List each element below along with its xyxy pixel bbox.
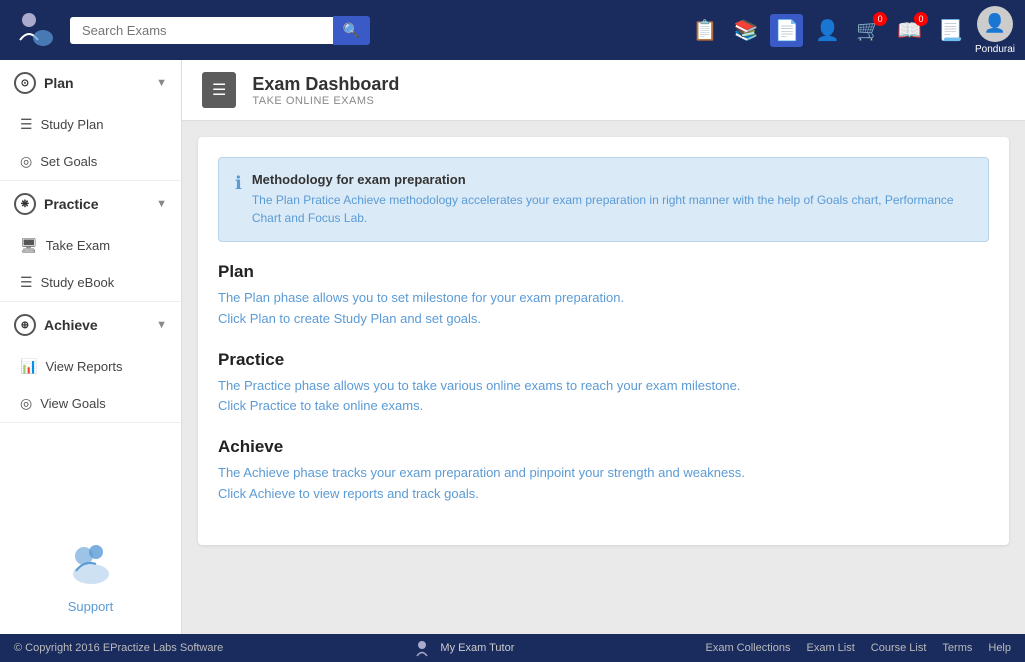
info-icon: ℹ [235,173,242,227]
user-name: Pondurai [975,44,1015,55]
clipboard-icon-btn[interactable]: 📋 [689,14,722,47]
plan-chevron: ▼ [156,77,167,89]
avatar: 👤 [977,6,1013,42]
plan-icon: ⊙ [14,72,36,94]
support-icon [66,536,116,595]
view-reports-label: View Reports [45,359,122,374]
document-icon-btn[interactable]: 📄 [770,14,803,47]
info-banner-content: Methodology for exam preparation The Pla… [252,172,972,227]
practice-block-text: The Practice phase allows you to take va… [218,376,989,418]
view-goals-icon: ◎ [20,395,32,412]
achieve-icon: ⊕ [14,314,36,336]
info-banner: ℹ Methodology for exam preparation The P… [218,157,989,242]
sidebar-item-set-goals[interactable]: ◎ Set Goals [0,143,181,180]
practice-header[interactable]: ❋ Practice ▼ [0,181,181,227]
study-ebook-icon: ☰ [20,274,33,291]
plan-line1: The Plan phase allows you to set milesto… [218,290,624,305]
plan-header-left: ⊙ Plan [14,72,74,94]
footer-link-help[interactable]: Help [988,642,1011,654]
footer-link-terms[interactable]: Terms [942,642,972,654]
user-section[interactable]: 👤 Pondurai [975,6,1015,55]
info-banner-text: The Plan Pratice Achieve methodology acc… [252,191,972,227]
page-title: Exam Dashboard [252,74,399,95]
page-layout: ⊙ Plan ▼ ☰ Study Plan ◎ Set Goals ❋ Prac… [0,60,1025,634]
footer-link-course-list[interactable]: Course List [871,642,927,654]
practice-icon: ❋ [14,193,36,215]
sidebar: ⊙ Plan ▼ ☰ Study Plan ◎ Set Goals ❋ Prac… [0,60,182,634]
info-banner-title: Methodology for exam preparation [252,172,972,187]
achieve-block-title: Achieve [218,437,989,457]
practice-chevron: ▼ [156,198,167,210]
footer-brand-section: My Exam Tutor [414,638,514,658]
content-card: ℹ Methodology for exam preparation The P… [198,137,1009,545]
sidebar-item-view-goals[interactable]: ◎ View Goals [0,385,181,422]
footer-links: Exam Collections Exam List Course List T… [706,642,1012,654]
achieve-block-text: The Achieve phase tracks your exam prepa… [218,463,989,505]
set-goals-icon: ◎ [20,153,32,170]
practice-block: Practice The Practice phase allows you t… [218,350,989,418]
footer-logo-icon [414,638,434,658]
page-icon-btn[interactable]: 📃 [934,14,967,47]
cart-icon-btn[interactable]: 🛒 0 [852,14,885,47]
practice-block-title: Practice [218,350,989,370]
take-exam-icon: 🖥 [20,237,38,254]
sidebar-item-study-plan[interactable]: ☰ Study Plan [0,106,181,143]
achieve-block: Achieve The Achieve phase tracks your ex… [218,437,989,505]
logo[interactable] [10,5,60,55]
footer-copyright: © Copyright 2016 EPractize Labs Software [14,642,223,654]
footer-link-exam-list[interactable]: Exam List [806,642,854,654]
plan-header[interactable]: ⊙ Plan ▼ [0,60,181,106]
sidebar-item-take-exam[interactable]: 🖥 Take Exam [0,227,181,264]
set-goals-label: Set Goals [40,154,97,169]
page-subtitle: TAKE ONLINE EXAMS [252,95,399,107]
plan-block: Plan The Plan phase allows you to set mi… [218,262,989,330]
practice-line2: Click Practice to take online exams. [218,398,423,413]
study-plan-label: Study Plan [41,117,104,132]
plan-label: Plan [44,75,74,91]
sidebar-item-study-ebook[interactable]: ☰ Study eBook [0,264,181,301]
view-reports-icon: 📊 [20,358,37,375]
header: 🔍 📋 📚 📄 👤 🛒 0 📖 0 📃 👤 Pondurai [0,0,1025,60]
practice-section: ❋ Practice ▼ 🖥 Take Exam ☰ Study eBook [0,181,181,302]
content-area: ℹ Methodology for exam preparation The P… [182,121,1025,634]
study-plan-icon: ☰ [20,116,33,133]
cart-badge: 0 [873,12,887,26]
achieve-header-left: ⊕ Achieve [14,314,98,336]
search-bar: 🔍 [70,16,370,45]
search-input[interactable] [70,17,333,44]
achieve-line1: The Achieve phase tracks your exam prepa… [218,465,745,480]
achieve-label: Achieve [44,317,98,333]
support-section[interactable]: Support [0,516,181,634]
book-icon-btn[interactable]: 📚 [730,14,763,47]
footer-brand: My Exam Tutor [440,642,514,654]
plan-block-title: Plan [218,262,989,282]
header-icons: 📋 📚 📄 👤 🛒 0 📖 0 📃 👤 Pondurai [689,6,1015,55]
search-button[interactable]: 🔍 [333,16,370,45]
practice-header-left: ❋ Practice [14,193,98,215]
take-exam-label: Take Exam [46,238,110,253]
hamburger-button[interactable]: ☰ [202,72,236,108]
practice-label: Practice [44,196,98,212]
achieve-line2: Click Achieve to view reports and track … [218,486,479,501]
profile-icon-btn[interactable]: 👤 [811,14,844,47]
plan-section: ⊙ Plan ▼ ☰ Study Plan ◎ Set Goals [0,60,181,181]
page-header: ☰ Exam Dashboard TAKE ONLINE EXAMS [182,60,1025,121]
page-title-section: Exam Dashboard TAKE ONLINE EXAMS [252,74,399,107]
view-goals-label: View Goals [40,396,106,411]
sidebar-item-view-reports[interactable]: 📊 View Reports [0,348,181,385]
footer: © Copyright 2016 EPractize Labs Software… [0,634,1025,662]
achieve-header[interactable]: ⊕ Achieve ▼ [0,302,181,348]
plan-block-text: The Plan phase allows you to set milesto… [218,288,989,330]
achieve-chevron: ▼ [156,319,167,331]
study-ebook-label: Study eBook [41,275,115,290]
main-content: ☰ Exam Dashboard TAKE ONLINE EXAMS ℹ Met… [182,60,1025,634]
achieve-section: ⊕ Achieve ▼ 📊 View Reports ◎ View Goals [0,302,181,423]
practice-line1: The Practice phase allows you to take va… [218,378,740,393]
book2-badge: 0 [914,12,928,26]
book2-icon-btn[interactable]: 📖 0 [893,14,926,47]
footer-link-exam-collections[interactable]: Exam Collections [706,642,791,654]
support-label: Support [68,599,114,614]
plan-line2: Click Plan to create Study Plan and set … [218,311,481,326]
